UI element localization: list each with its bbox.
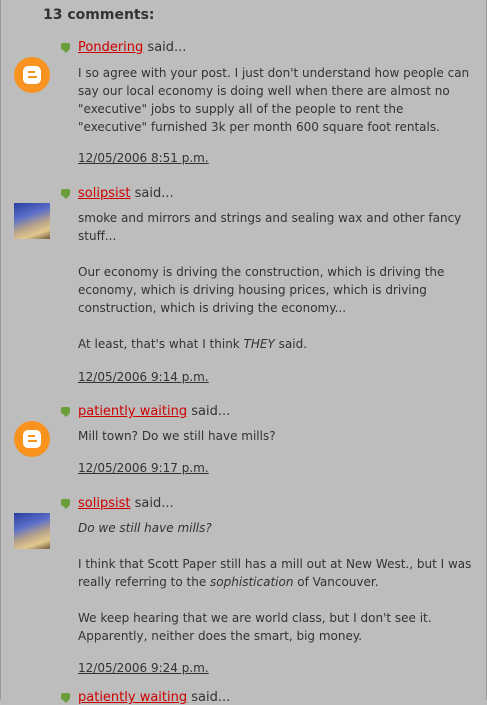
comment-paragraph: I so agree with your post. I just don't … [78, 66, 470, 134]
comment-body: Mill town? Do we still have mills? [78, 427, 473, 463]
comment-icon [61, 43, 70, 53]
comment-author-line: Pondering said... [61, 40, 186, 55]
comment-paragraph: smoke and mirrors and strings and sealin… [78, 211, 462, 243]
comment-timestamp-link[interactable]: 12/05/2006 9:24 p.m. [78, 661, 209, 675]
comment-paragraph: Mill town? Do we still have mills? [78, 429, 276, 443]
comment-author-line: patiently waiting said... [61, 404, 230, 419]
comment-icon [61, 499, 70, 509]
said-label: said... [191, 690, 231, 705]
comment-author-line: solipsist said... [61, 186, 174, 201]
comment-icon [61, 407, 70, 417]
comment-body: smoke and mirrors and strings and sealin… [78, 209, 473, 371]
comments-count-heading: 13 comments: [43, 7, 155, 23]
blogger-avatar-icon[interactable] [14, 421, 50, 457]
said-label: said... [134, 186, 174, 201]
user-avatar[interactable] [14, 513, 50, 549]
user-avatar[interactable] [14, 203, 50, 239]
comment-icon [61, 693, 70, 703]
comment-icon [61, 189, 70, 199]
comment-quote: Do we still have mills? [78, 521, 212, 535]
comment-author-link[interactable]: solipsist [78, 496, 130, 511]
comment-paragraph: I think that Scott Paper still has a mil… [78, 557, 472, 589]
comment-timestamp-link[interactable]: 12/05/2006 8:51 p.m. [78, 151, 209, 165]
comment-body: I so agree with your post. I just don't … [78, 64, 473, 154]
comment-author-line: solipsist said... [61, 496, 174, 511]
comment-author-link[interactable]: patiently waiting [78, 404, 187, 419]
said-label: said... [191, 404, 231, 419]
comment-author-link[interactable]: patiently waiting [78, 690, 187, 705]
comment-author-line: patiently waiting said... [61, 690, 230, 705]
comment-paragraph: At least, that's what I think THEY said. [78, 337, 308, 351]
said-label: said... [134, 496, 174, 511]
blogger-avatar-icon[interactable] [14, 57, 50, 93]
said-label: said... [147, 40, 187, 55]
comment-timestamp-link[interactable]: 12/05/2006 9:17 p.m. [78, 461, 209, 475]
comment-paragraph: We keep hearing that we are world class,… [78, 611, 432, 643]
comment-timestamp-link[interactable]: 12/05/2006 9:14 p.m. [78, 370, 209, 384]
comment-author-link[interactable]: solipsist [78, 186, 130, 201]
comments-section: 13 comments: Pondering said... I so agre… [0, 0, 487, 705]
comment-paragraph: Our economy is driving the construction,… [78, 265, 445, 315]
comment-author-link[interactable]: Pondering [78, 40, 143, 55]
comment-body: Do we still have mills? I think that Sco… [78, 519, 473, 663]
